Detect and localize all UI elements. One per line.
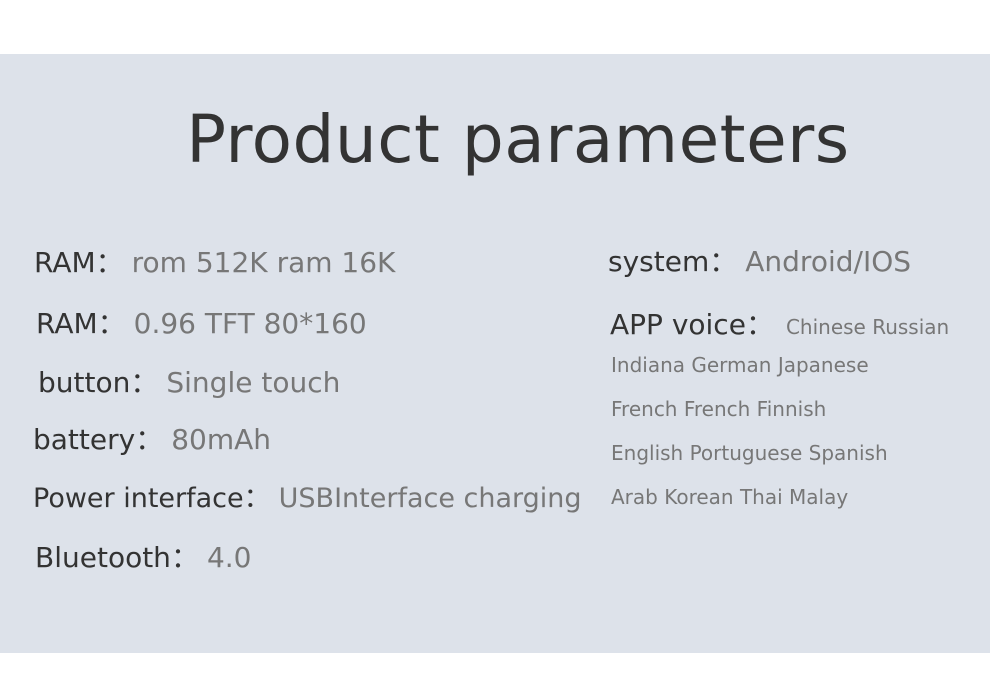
param-rom-ram: RAM： rom 512K ram 16K [34, 246, 395, 280]
voice-languages-line: Indiana German Japanese [611, 353, 869, 377]
param-label: battery [33, 423, 136, 456]
voice-languages-line: French French Finnish [611, 397, 827, 421]
page-title: Product parameters [186, 101, 850, 178]
param-separator: ： [745, 308, 774, 341]
param-display: RAM： 0.96 TFT 80*160 [36, 307, 367, 341]
param-battery: battery： 80mAh [33, 423, 271, 457]
param-label: system [608, 245, 710, 278]
param-label: RAM [36, 307, 98, 340]
voice-languages-line: English Portuguese Spanish [611, 441, 888, 465]
voice-languages-first-line: Chinese Russian [785, 315, 950, 339]
param-label: Bluetooth [35, 541, 171, 574]
param-value: USBInterface charging [278, 483, 582, 514]
param-separator: ： [709, 245, 738, 278]
param-separator: ： [130, 366, 159, 399]
param-separator: ： [95, 246, 124, 279]
param-value: 80mAh [171, 423, 272, 456]
param-separator: ： [97, 307, 126, 340]
voice-languages-line: Arab Korean Thai Malay [611, 485, 849, 509]
param-value: Single touch [166, 366, 341, 399]
param-button: button： Single touch [38, 366, 340, 400]
param-label: Power interface [33, 483, 244, 514]
param-separator: ： [135, 423, 164, 456]
param-value: 0.96 TFT 80*160 [133, 307, 367, 340]
param-value: rom 512K ram 16K [131, 246, 396, 279]
param-app-voice: APP voice： Chinese Russian [610, 308, 949, 344]
param-bluetooth: Bluetooth： 4.0 [35, 541, 251, 575]
param-power-interface: Power interface： USBInterface charging [33, 482, 582, 516]
param-label: APP voice [610, 308, 746, 341]
param-system: system： Android/IOS [608, 245, 911, 279]
param-label: RAM [34, 246, 96, 279]
param-separator: ： [243, 483, 271, 514]
param-value: 4.0 [206, 541, 252, 574]
param-label: button [38, 366, 131, 399]
param-value: Android/IOS [745, 245, 912, 278]
param-separator: ： [170, 541, 199, 574]
